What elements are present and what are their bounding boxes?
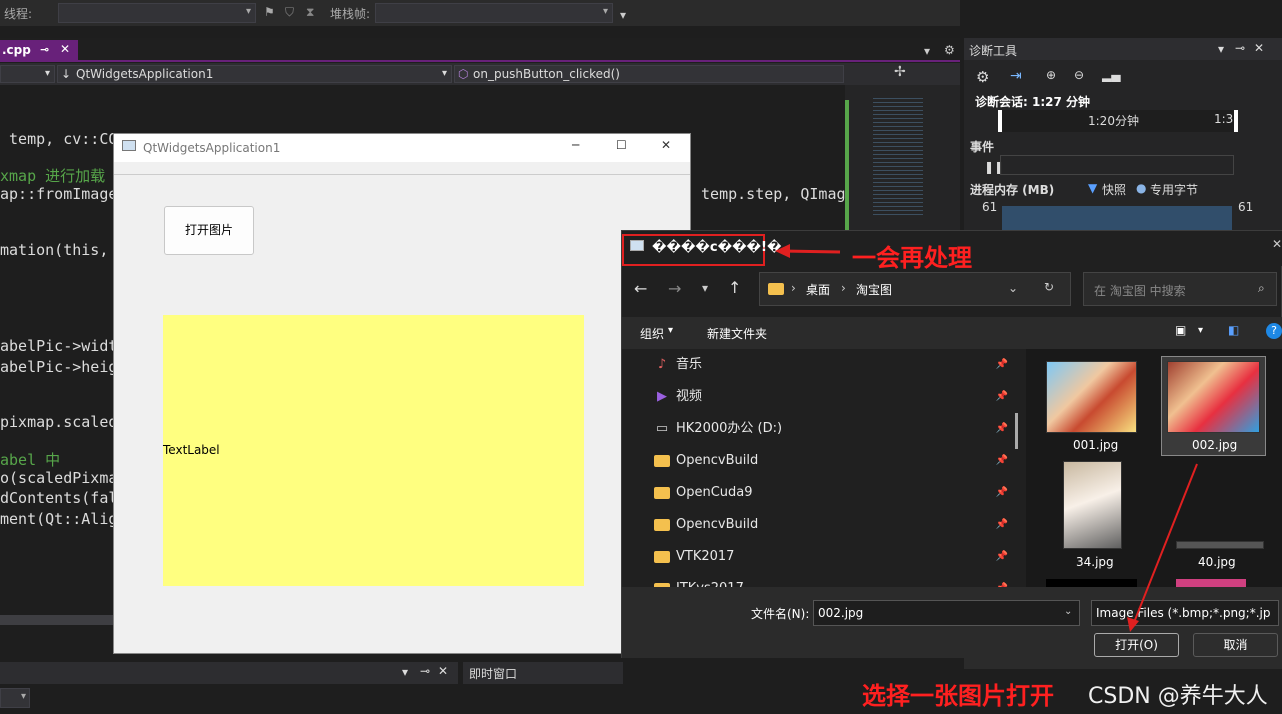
- arrow-to-open: [1132, 463, 1198, 626]
- annotation-choose: 选择一张图片打开: [862, 682, 1054, 710]
- annotation-layer: [775, 244, 1198, 632]
- watermark: CSDN @养牛大人: [1088, 684, 1268, 709]
- arrow-to-title: [781, 249, 841, 254]
- annotation-later: 一会再处理: [852, 244, 972, 272]
- arrowhead: [775, 244, 790, 258]
- arrowhead: [1127, 617, 1139, 632]
